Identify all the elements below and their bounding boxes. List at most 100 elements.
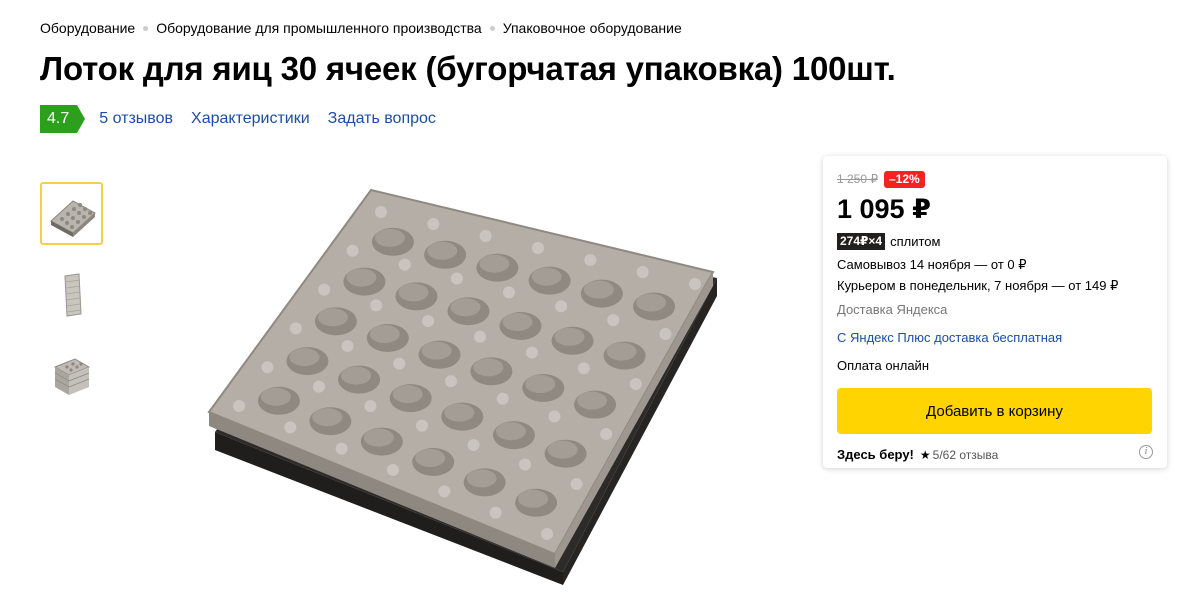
tray-peak xyxy=(474,330,486,343)
tray-cell-inner xyxy=(577,391,608,410)
pickup-info: Самовывоз 14 ноября — от 0 ₽ xyxy=(837,257,1027,272)
tray-peak xyxy=(375,206,387,218)
tray-cell-inner xyxy=(421,341,452,360)
split-row[interactable]: 274₽×4 сплитом xyxy=(837,233,1153,250)
product-main-image[interactable] xyxy=(195,160,735,590)
seller-rating: 5 xyxy=(932,447,940,462)
tray-flat-icon xyxy=(49,199,96,237)
tray-cell-inner xyxy=(392,385,423,404)
tray-peak xyxy=(570,478,583,490)
thumbnail-1[interactable] xyxy=(40,182,103,245)
tray-cell-inner xyxy=(518,489,549,508)
tray-peak xyxy=(341,340,354,352)
tray-cell-inner xyxy=(374,228,405,247)
ask-question-link[interactable]: Задать вопрос xyxy=(328,110,436,128)
breadcrumb-item-industrial[interactable]: Оборудование для промышленного производс… xyxy=(156,20,481,36)
tray-cell-inner xyxy=(369,325,400,343)
tray-peak xyxy=(233,400,245,412)
thumbnail-list xyxy=(40,182,103,425)
tray-cell-inner xyxy=(636,293,667,312)
split-badge: 274₽×4 xyxy=(837,233,886,250)
current-price: 1 095 ₽ xyxy=(837,194,931,224)
tray-cell-inner xyxy=(289,348,320,367)
tray-peak xyxy=(636,266,649,278)
tray-peak xyxy=(312,380,325,393)
tray-peak xyxy=(629,378,642,390)
info-icon[interactable]: i xyxy=(1139,445,1153,459)
tray-peak xyxy=(398,258,411,271)
tray-peak xyxy=(600,428,613,440)
rating-row: 4.7 5 отзывов Характеристики Задать вопр… xyxy=(40,105,444,133)
tray-peak xyxy=(541,528,553,540)
tray-cell-inner xyxy=(260,387,291,406)
tray-peak xyxy=(393,357,406,370)
tray-cell-inner xyxy=(363,428,394,447)
tray-peak xyxy=(284,421,297,434)
tray-cell-inner xyxy=(473,358,504,377)
tray-peak xyxy=(416,419,428,432)
tray-peak xyxy=(577,362,590,375)
tray-cell-inner xyxy=(554,327,585,346)
tray-peak xyxy=(387,464,399,476)
add-to-cart-button[interactable]: Добавить в корзину xyxy=(837,388,1152,434)
tray-peak xyxy=(584,254,597,266)
tray-peak xyxy=(689,278,701,290)
thumbnail-2[interactable] xyxy=(40,263,103,326)
page-title: Лоток для яиц 30 ячеек (бугорчатая упако… xyxy=(40,50,896,87)
tray-stack-side-icon xyxy=(63,272,82,317)
egg-tray-image xyxy=(207,188,717,585)
tray-peak xyxy=(427,218,440,230)
tray-peak xyxy=(503,286,515,299)
tray-peak xyxy=(525,346,538,359)
tray-peak xyxy=(548,410,561,423)
tray-peak xyxy=(335,442,348,455)
tray-cell-inner xyxy=(450,298,481,317)
tray-stack-top-icon xyxy=(53,357,90,395)
tray-peak xyxy=(607,314,620,327)
tray-peak xyxy=(450,272,463,285)
tray-peak xyxy=(346,244,359,257)
breadcrumb: Оборудование Оборудование для промышленн… xyxy=(40,20,682,36)
tray-cell-inner xyxy=(415,449,446,467)
breadcrumb-item-equipment[interactable]: Оборудование xyxy=(40,20,135,36)
breadcrumb-separator xyxy=(143,25,149,31)
breadcrumb-separator xyxy=(489,25,495,31)
tray-cell-inner xyxy=(583,280,614,299)
tray-peak xyxy=(479,230,492,242)
seller-reviews[interactable]: /62 отзыва xyxy=(939,448,998,462)
star-icon: ★ xyxy=(919,447,931,462)
tray-peak xyxy=(370,299,383,312)
seller-row: Здесь беру! ★ 5 /62 отзыва i xyxy=(837,445,1153,462)
specs-link[interactable]: Характеристики xyxy=(191,110,310,128)
tray-cell-inner xyxy=(444,403,475,422)
rating-badge[interactable]: 4.7 xyxy=(40,105,86,133)
tray-cell-inner xyxy=(479,254,510,273)
tray-peak xyxy=(532,242,544,254)
thumbnail-3[interactable] xyxy=(40,344,103,407)
reviews-link[interactable]: 5 отзывов xyxy=(99,110,173,128)
tray-peak xyxy=(364,400,377,413)
tray-peak xyxy=(438,485,451,498)
breadcrumb-item-packaging[interactable]: Упаковочное оборудование xyxy=(503,20,682,36)
tray-peak xyxy=(496,392,509,405)
tray-cell-inner xyxy=(547,440,578,459)
tray-cell-inner xyxy=(317,308,348,327)
seller-name[interactable]: Здесь беру! xyxy=(837,447,914,462)
payment-info: Оплата онлайн xyxy=(837,358,929,373)
tray-peak xyxy=(519,458,532,471)
offer-card: 1 250 ₽ –12% 1 095 ₽ 274₽×4 сплитом Само… xyxy=(823,156,1167,468)
tray-cell-inner xyxy=(346,268,377,287)
tray-peak xyxy=(422,315,435,328)
discount-badge: –12% xyxy=(884,170,925,188)
delivery-provider: Доставка Яндекса xyxy=(837,302,948,317)
tray-peak xyxy=(445,375,457,388)
tray-cell-inner xyxy=(341,366,372,385)
plus-delivery-link[interactable]: С Яндекс Плюс доставка бесплатная xyxy=(837,330,1153,345)
tray-peak xyxy=(555,300,568,313)
old-price: 1 250 ₽ xyxy=(837,172,878,186)
tray-peak xyxy=(659,328,672,340)
tray-cell-inner xyxy=(398,283,429,302)
courier-info: Курьером в понедельник, 7 ноября — от 14… xyxy=(837,278,1119,293)
tray-cell-inner xyxy=(427,241,458,260)
tray-peak xyxy=(261,361,274,374)
